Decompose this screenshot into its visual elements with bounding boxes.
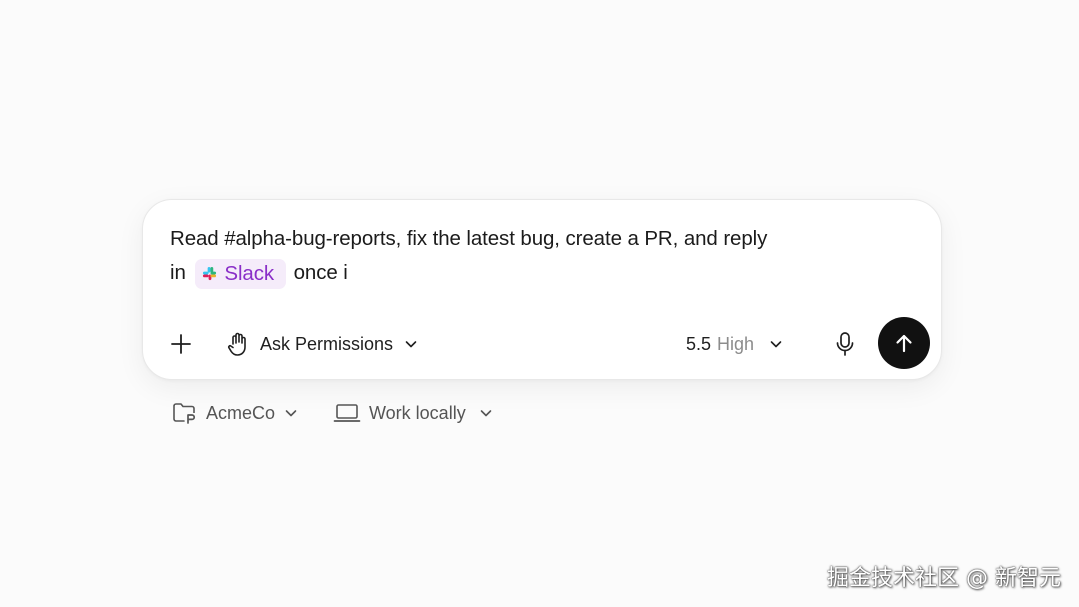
plus-icon bbox=[171, 334, 191, 354]
prompt-text-suffix: once i bbox=[293, 261, 348, 284]
model-version: 5.5 bbox=[686, 333, 712, 354]
chevron-down-icon bbox=[770, 341, 782, 348]
project-selector[interactable]: AcmeCo bbox=[172, 398, 299, 428]
watermark: 掘金技术社区 @ 新智元 bbox=[827, 566, 1061, 591]
environment-label: Work locally bbox=[369, 402, 466, 423]
send-button[interactable] bbox=[878, 317, 930, 369]
project-label: AcmeCo bbox=[206, 402, 276, 423]
slack-icon bbox=[203, 267, 217, 281]
prompt-input[interactable]: Read #alpha-bug-reports, fix the latest … bbox=[170, 222, 830, 290]
laptop-icon bbox=[333, 404, 361, 422]
chevron-down-icon bbox=[405, 341, 417, 348]
prompt-line-1: Read #alpha-bug-reports, fix the latest … bbox=[170, 227, 768, 250]
voice-input-button[interactable] bbox=[831, 329, 859, 359]
chevron-down-icon bbox=[480, 410, 492, 417]
permissions-dropdown[interactable]: Ask Permissions bbox=[226, 328, 419, 360]
arrow-up-icon bbox=[896, 334, 912, 353]
environment-selector[interactable]: Work locally bbox=[333, 398, 494, 428]
add-attachment-button[interactable] bbox=[167, 330, 195, 358]
folder-git-icon bbox=[173, 403, 196, 424]
model-level: High bbox=[717, 333, 755, 354]
microphone-icon bbox=[836, 332, 854, 356]
slack-mention-chip[interactable]: Slack bbox=[195, 258, 287, 289]
permissions-label: Ask Permissions bbox=[260, 333, 394, 354]
prompt-text-prefix: in bbox=[170, 261, 186, 284]
model-selector[interactable]: 5.5 High bbox=[686, 328, 784, 360]
chevron-down-icon bbox=[285, 410, 297, 417]
prompt-composer: Read #alpha-bug-reports, fix the latest … bbox=[142, 199, 942, 380]
hand-icon bbox=[227, 332, 246, 356]
mention-label: Slack bbox=[224, 261, 275, 285]
prompt-line-2: in Slack once i bbox=[170, 256, 830, 290]
